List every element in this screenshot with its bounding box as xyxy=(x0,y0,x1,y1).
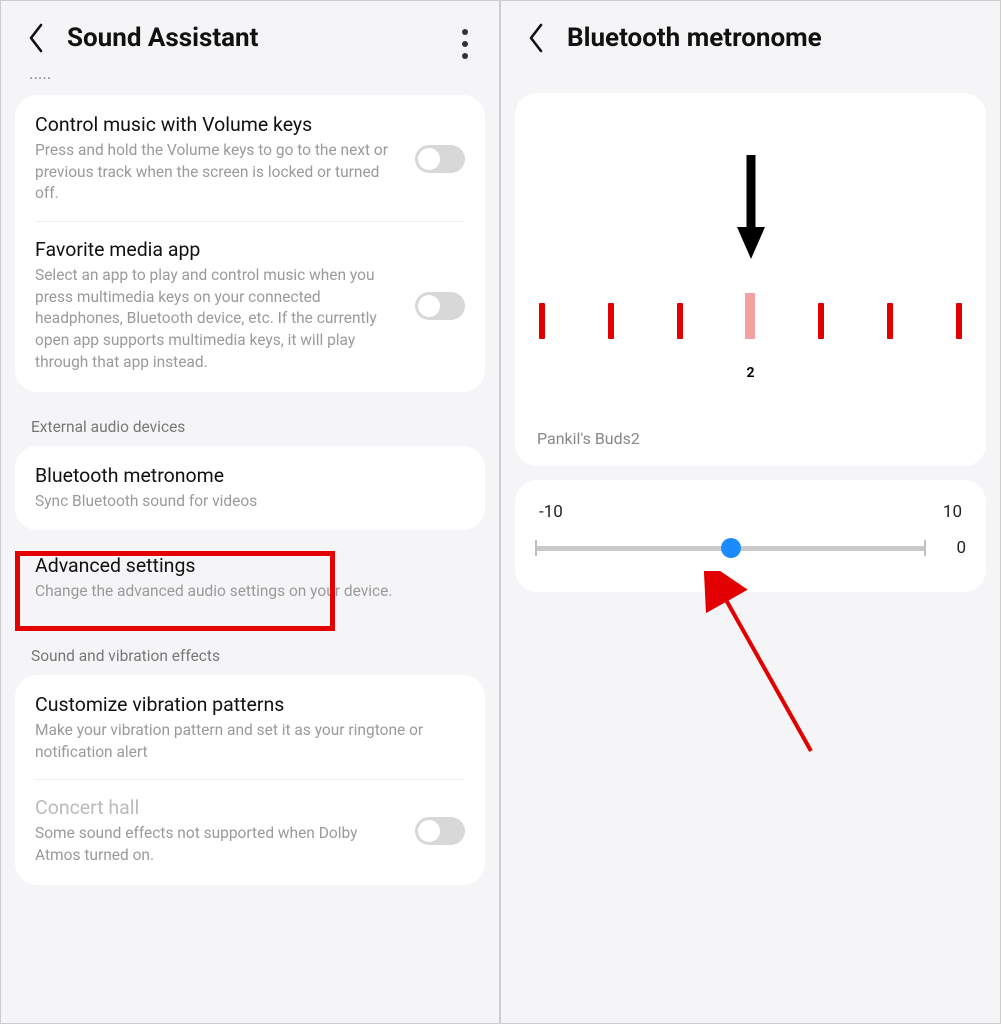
concert-hall-toggle[interactable] xyxy=(415,817,465,845)
concert-hall-row[interactable]: Concert hall Some sound effects not supp… xyxy=(15,780,485,882)
item-subtitle: Make your vibration pattern and set it a… xyxy=(35,720,455,763)
metronome-tick xyxy=(818,303,824,339)
settings-card-2: Bluetooth metronome Sync Bluetooth sound… xyxy=(15,446,485,531)
settings-card-3: Customize vibration patterns Make your v… xyxy=(15,675,485,885)
section-sound-effects: Sound and vibration effects xyxy=(1,621,499,675)
slider-value: 0 xyxy=(946,538,966,558)
item-title: Favorite media app xyxy=(35,238,405,261)
annotation-arrow xyxy=(701,571,841,761)
slider-card: -10 10 0 xyxy=(515,480,986,592)
more-options-button[interactable] xyxy=(453,27,477,61)
arrow-down-icon xyxy=(735,141,767,265)
section-external-audio: External audio devices xyxy=(1,392,499,446)
advanced-settings-row[interactable]: Advanced settings Change the advanced au… xyxy=(15,536,485,621)
bluetooth-metronome-row[interactable]: Bluetooth metronome Sync Bluetooth sound… xyxy=(15,448,485,529)
back-button[interactable] xyxy=(19,21,53,55)
metronome-tick xyxy=(539,303,545,339)
control-music-row[interactable]: Control music with Volume keys Press and… xyxy=(15,97,485,221)
page-title: Bluetooth metronome xyxy=(567,23,822,53)
favorite-media-row[interactable]: Favorite media app Select an app to play… xyxy=(15,222,485,389)
item-subtitle: Select an app to play and control music … xyxy=(35,265,405,373)
metronome-tick xyxy=(887,303,893,339)
tick-number: 2 xyxy=(746,365,754,381)
metronome-visual: 2 xyxy=(529,119,972,349)
item-title: Bluetooth metronome xyxy=(35,464,455,487)
item-title: Customize vibration patterns xyxy=(35,693,455,716)
item-title: Control music with Volume keys xyxy=(35,113,405,136)
item-subtitle: Change the advanced audio settings on yo… xyxy=(35,581,465,603)
metronome-tick xyxy=(608,303,614,339)
metronome-tick xyxy=(677,303,683,339)
metronome-tick xyxy=(956,303,962,339)
back-button[interactable] xyxy=(519,21,553,55)
settings-card-1: Control music with Volume keys Press and… xyxy=(15,95,485,392)
slider-min-label: -10 xyxy=(539,502,563,522)
page-title: Sound Assistant xyxy=(67,23,258,53)
item-subtitle: Some sound effects not supported when Do… xyxy=(35,823,405,866)
slider-max-label: 10 xyxy=(943,502,962,522)
item-subtitle: Press and hold the Volume keys to go to … xyxy=(35,140,405,205)
custom-vibration-row[interactable]: Customize vibration patterns Make your v… xyxy=(15,677,485,779)
item-subtitle: Sync Bluetooth sound for videos xyxy=(35,491,455,513)
truncated-row: ····· xyxy=(1,69,499,95)
device-name: Pankil's Buds2 xyxy=(529,429,972,448)
sync-slider[interactable] xyxy=(535,546,926,551)
metronome-tick-active: 2 xyxy=(745,293,755,339)
control-music-toggle[interactable] xyxy=(415,145,465,173)
favorite-media-toggle[interactable] xyxy=(415,292,465,320)
item-title: Advanced settings xyxy=(35,554,465,577)
item-title: Concert hall xyxy=(35,796,405,819)
metronome-card: 2 Pankil's Buds2 xyxy=(515,93,986,466)
slider-thumb[interactable] xyxy=(721,538,741,558)
